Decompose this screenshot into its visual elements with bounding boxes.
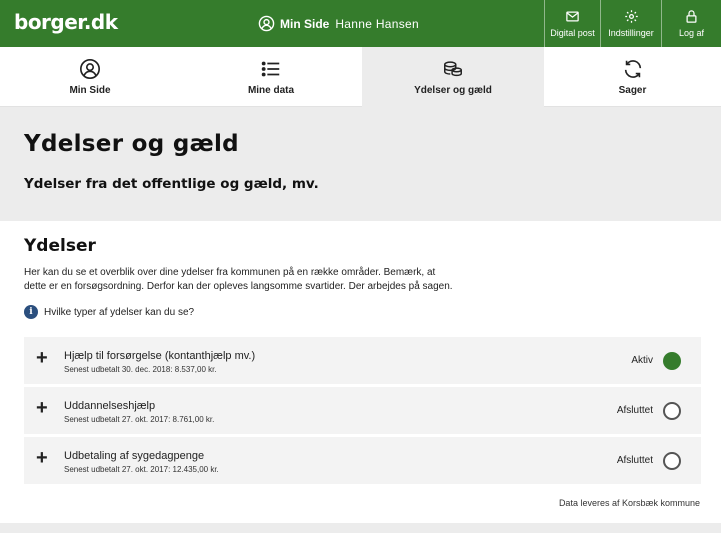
info-link[interactable]: i Hvilke typer af ydelser kan du se? bbox=[24, 305, 194, 319]
benefit-status: Aktiv bbox=[631, 355, 653, 366]
benefit-status: Afsluttet bbox=[616, 405, 653, 416]
benefit-last-payment: Senest udbetalt 27. okt. 2017: 12.435,00… bbox=[64, 465, 219, 474]
min-side-label: Min Side bbox=[280, 16, 330, 31]
lock-icon bbox=[686, 10, 697, 23]
tab-sager-label: Sager bbox=[618, 85, 647, 96]
user-name: Hanne Hansen bbox=[335, 16, 420, 31]
status-closed-icon bbox=[663, 452, 681, 470]
tab-min-side-label: Min Side bbox=[69, 85, 111, 96]
refresh-icon bbox=[624, 60, 641, 78]
description-line-2: dette er en forsøgsordning. Derfor kan d… bbox=[24, 281, 453, 292]
tab-ydelser-label: Ydelser og gæld bbox=[414, 85, 492, 96]
top-bar: borger.dk Min Side Hanne Hansen Digital … bbox=[0, 0, 721, 47]
section-title: Ydelser bbox=[24, 236, 96, 256]
section-description: Her kan du se et overblik over dine ydel… bbox=[24, 266, 524, 294]
page-title: Ydelser og gæld bbox=[24, 131, 239, 157]
benefits-list: + Hjælp til forsørgelse (kontanthjælp mv… bbox=[24, 337, 701, 487]
benefit-title: Uddannelseshjælp bbox=[64, 400, 156, 412]
data-source-note: Data leveres af Korsbæk kommune bbox=[558, 498, 700, 508]
settings-button[interactable]: Indstillinger bbox=[600, 0, 661, 47]
tab-ydelser-og-gaeld[interactable]: Ydelser og gæld bbox=[362, 47, 544, 107]
tab-min-side[interactable]: Min Side bbox=[0, 47, 180, 107]
settings-label: Indstillinger bbox=[608, 28, 654, 38]
tab-mine-data-label: Mine data bbox=[247, 85, 295, 96]
digital-post-button[interactable]: Digital post bbox=[544, 0, 600, 47]
expand-plus-icon[interactable]: + bbox=[36, 448, 48, 468]
borger-logo[interactable]: borger.dk bbox=[14, 10, 118, 34]
benefit-row[interactable]: + Uddannelseshjælp Senest udbetalt 27. o… bbox=[24, 387, 701, 434]
benefit-title: Hjælp til forsørgelse (kontanthjælp mv.) bbox=[64, 350, 256, 362]
page-subtitle: Ydelser fra det offentlige og gæld, mv. bbox=[24, 176, 319, 192]
description-line-1: Her kan du se et overblik over dine ydel… bbox=[24, 267, 436, 278]
expand-plus-icon[interactable]: + bbox=[36, 398, 48, 418]
status-active-icon bbox=[663, 352, 681, 370]
user-circle-icon bbox=[258, 15, 275, 32]
user-circle-icon bbox=[80, 59, 100, 79]
benefit-row[interactable]: + Hjælp til forsørgelse (kontanthjælp mv… bbox=[24, 337, 701, 384]
benefit-row[interactable]: + Udbetaling af sygedagpenge Senest udbe… bbox=[24, 437, 701, 484]
page-hero: Ydelser og gæld Ydelser fra det offentli… bbox=[0, 107, 721, 221]
info-icon: i bbox=[24, 305, 38, 319]
info-link-label: Hvilke typer af ydelser kan du se? bbox=[44, 306, 195, 318]
benefit-status: Afsluttet bbox=[616, 455, 653, 466]
benefit-title: Udbetaling af sygedagpenge bbox=[64, 450, 205, 462]
min-side-user[interactable]: Min Side Hanne Hansen bbox=[258, 15, 419, 32]
benefit-last-payment: Senest udbetalt 30. dec. 2018: 8.537,00 … bbox=[64, 365, 217, 374]
main-nav: Min Side Mine data Ydelser og gæld Sager bbox=[0, 47, 721, 107]
digital-post-label: Digital post bbox=[550, 28, 595, 38]
tab-sager[interactable]: Sager bbox=[544, 47, 721, 107]
bottom-strip bbox=[0, 523, 721, 533]
tab-mine-data[interactable]: Mine data bbox=[180, 47, 362, 107]
envelope-icon bbox=[566, 11, 579, 22]
logout-button[interactable]: Log af bbox=[661, 0, 721, 47]
gear-icon bbox=[624, 10, 638, 23]
list-icon bbox=[261, 61, 280, 77]
logout-label: Log af bbox=[678, 28, 705, 38]
benefit-last-payment: Senest udbetalt 27. okt. 2017: 8.761,00 … bbox=[64, 415, 215, 424]
status-closed-icon bbox=[663, 402, 681, 420]
coins-icon bbox=[444, 61, 462, 77]
expand-plus-icon[interactable]: + bbox=[36, 348, 48, 368]
